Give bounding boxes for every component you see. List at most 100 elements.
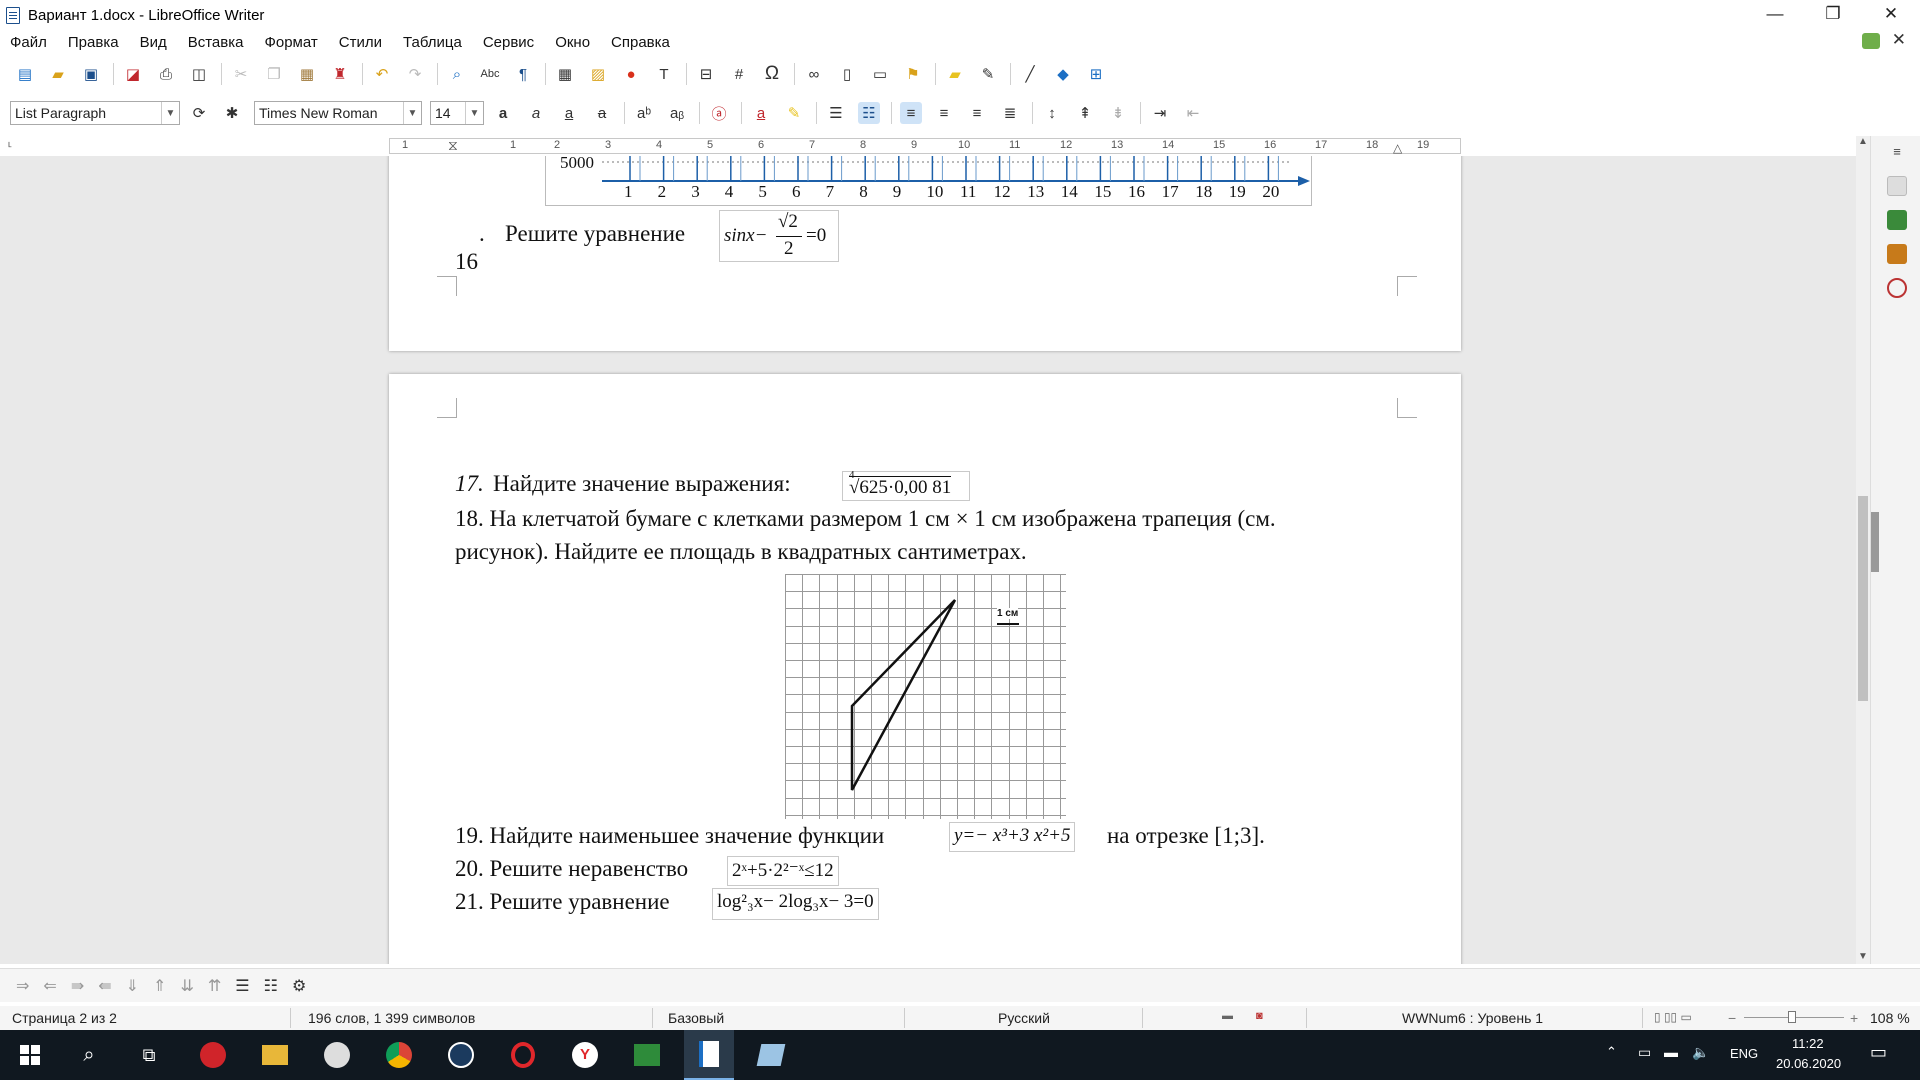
track-changes-icon[interactable]: ✎ [977, 63, 999, 85]
line-spacing-icon[interactable]: ↕ [1041, 102, 1063, 124]
scroll-down-icon[interactable]: ▼ [1858, 951, 1868, 962]
print-icon[interactable]: ⎙ [155, 63, 177, 85]
menu-edit[interactable]: Правка [68, 34, 119, 51]
align-right-icon[interactable]: ≡ [966, 102, 988, 124]
italic-icon[interactable]: a [525, 102, 547, 124]
redo-icon[interactable]: ↷ [404, 63, 426, 85]
status-word-count[interactable]: 196 слов, 1 399 символов [308, 1010, 475, 1026]
demote-icon[interactable]: ⇒ [16, 976, 29, 996]
vertical-scrollbar[interactable]: ▲ ▼ [1856, 136, 1870, 964]
new-document-icon[interactable]: ▤ [14, 63, 36, 85]
gallery-icon[interactable] [1887, 244, 1907, 264]
font-name-combo[interactable]: Times New Roman ▼ [254, 101, 422, 125]
taskbar-app-opera[interactable] [498, 1030, 548, 1080]
menu-file[interactable]: Файл [10, 34, 47, 51]
task17-formula[interactable]: 4 √625·0,00 81 [842, 469, 970, 501]
subscript-icon[interactable]: aᵦ [666, 102, 688, 124]
input-language[interactable]: ENG [1730, 1046, 1758, 1061]
taskbar-app-video[interactable] [188, 1030, 238, 1080]
decrease-indent-icon[interactable]: ⇤ [1182, 102, 1204, 124]
menu-tools[interactable]: Сервис [483, 34, 534, 51]
task20-formula[interactable]: 2ˣ+5·2²⁻ˣ≤12 [727, 856, 839, 886]
move-down-sub-icon[interactable]: ⇊ [180, 976, 193, 996]
status-zoom[interactable]: 108 % [1870, 1010, 1910, 1026]
properties-icon[interactable] [1887, 176, 1907, 196]
spelling-icon[interactable]: Abc [479, 63, 501, 85]
clear-formatting-icon[interactable]: ⓐ [708, 102, 730, 124]
restart-numbering-icon[interactable]: ☷ [264, 976, 278, 996]
task19-formula[interactable]: y=− x³+3 x²+5 [949, 822, 1076, 852]
tray-expand-icon[interactable]: ⌃ [1606, 1044, 1617, 1060]
decrease-paragraph-spacing-icon[interactable]: ⇟ [1107, 102, 1129, 124]
insert-textbox-icon[interactable]: T [653, 63, 675, 85]
save-icon[interactable]: ▣ [80, 63, 102, 85]
print-preview-icon[interactable]: ◫ [188, 63, 210, 85]
insert-field-icon[interactable]: # [728, 63, 750, 85]
clock-date[interactable]: 20.06.2020 [1776, 1056, 1841, 1071]
align-left-icon[interactable]: ≡ [900, 102, 922, 124]
formatting-marks-icon[interactable]: ¶ [512, 63, 534, 85]
promote-icon[interactable]: ⇐ [43, 976, 56, 996]
sidebar-collapse-handle[interactable] [1871, 512, 1879, 572]
numbered-list-icon[interactable]: ☷ [858, 102, 880, 124]
font-color-icon[interactable]: a [750, 102, 772, 124]
copy-icon[interactable]: ❐ [263, 63, 285, 85]
insert-mode-icon[interactable]: ▬ [1222, 1010, 1233, 1022]
navigator-icon[interactable] [1887, 278, 1907, 298]
insert-chart-icon[interactable]: ● [620, 63, 642, 85]
taskbar-app-clock[interactable] [312, 1030, 362, 1080]
clone-formatting-icon[interactable]: ♜ [329, 63, 351, 85]
move-up-icon[interactable]: ⇑ [153, 976, 166, 996]
align-center-icon[interactable]: ≡ [933, 102, 955, 124]
trapezoid-figure[interactable]: 1 см [785, 574, 1067, 820]
increase-paragraph-spacing-icon[interactable]: ⇞ [1074, 102, 1096, 124]
task21-formula[interactable]: log²₃x− 2log₃x− 3=0 [712, 888, 879, 920]
taskbar-app-chrome[interactable] [374, 1030, 424, 1080]
start-button[interactable] [5, 1030, 55, 1080]
new-style-icon[interactable]: ✱ [221, 102, 243, 124]
tab-stop-selector[interactable]: ˪ [8, 136, 12, 150]
chevron-down-icon[interactable]: ▼ [465, 102, 483, 124]
maximize-button[interactable]: ❐ [1804, 0, 1862, 30]
sidebar-menu-icon[interactable]: ≡ [1887, 144, 1907, 164]
demote-with-sub-icon[interactable]: ⇛ [71, 976, 84, 996]
line-icon[interactable]: ╱ [1019, 63, 1041, 85]
battery-icon[interactable]: ▬ [1664, 1044, 1678, 1060]
taskbar-app-yandex[interactable]: Y [560, 1030, 610, 1080]
right-indent-marker[interactable]: △ [1393, 141, 1402, 155]
underline-icon[interactable]: a [558, 102, 580, 124]
bullet-list-icon[interactable]: ☰ [825, 102, 847, 124]
styles-icon[interactable] [1887, 210, 1907, 230]
taskbar-app-game[interactable] [622, 1030, 672, 1080]
superscript-icon[interactable]: aᵇ [633, 102, 655, 124]
document-modified-icon[interactable]: ◙ [1256, 1010, 1263, 1022]
menu-help[interactable]: Справка [611, 34, 670, 51]
promote-with-sub-icon[interactable]: ⇚ [98, 976, 111, 996]
scroll-up-icon[interactable]: ▲ [1858, 136, 1868, 147]
horizontal-ruler[interactable]: 1 1 2 3 4 5 6 7 8 9 10 11 12 13 14 15 16… [389, 137, 1461, 155]
justify-icon[interactable]: ≣ [999, 102, 1021, 124]
chevron-down-icon[interactable]: ▼ [161, 102, 179, 124]
notifications-icon[interactable]: ▭ [1870, 1042, 1887, 1063]
open-icon[interactable]: ▰ [47, 63, 69, 85]
highlight-color-icon[interactable]: ✎ [783, 102, 805, 124]
taskbar-app-writer[interactable] [684, 1030, 734, 1080]
close-button[interactable]: ✕ [1862, 0, 1920, 30]
update-style-icon[interactable]: ⟳ [188, 102, 210, 124]
page-break-icon[interactable]: ⊟ [695, 63, 717, 85]
export-pdf-icon[interactable]: ◪ [122, 63, 144, 85]
scrollbar-thumb[interactable] [1858, 496, 1868, 701]
clock-time[interactable]: 11:22 [1792, 1036, 1824, 1051]
bold-icon[interactable]: a [492, 102, 514, 124]
basic-shapes-icon[interactable]: ◆ [1052, 63, 1074, 85]
indent-marker[interactable]: ⧖ [448, 137, 458, 154]
undo-icon[interactable]: ↶ [371, 63, 393, 85]
zoom-out-icon[interactable]: − [1728, 1010, 1736, 1026]
menu-table[interactable]: Таблица [403, 34, 462, 51]
network-icon[interactable]: ▭ [1638, 1044, 1651, 1061]
menu-format[interactable]: Формат [264, 34, 317, 51]
document-workspace[interactable]: 5000 1 2 3 4 5 6 7 8 9 10 11 12 13 14 15 16 17 18 19 20 . 1… [0, 156, 1856, 964]
bullets-numbering-icon[interactable]: ⚙ [292, 976, 306, 996]
taskbar-app-notes[interactable] [746, 1030, 796, 1080]
task16-formula[interactable]: sinx− √2 2 =0 [719, 210, 839, 262]
